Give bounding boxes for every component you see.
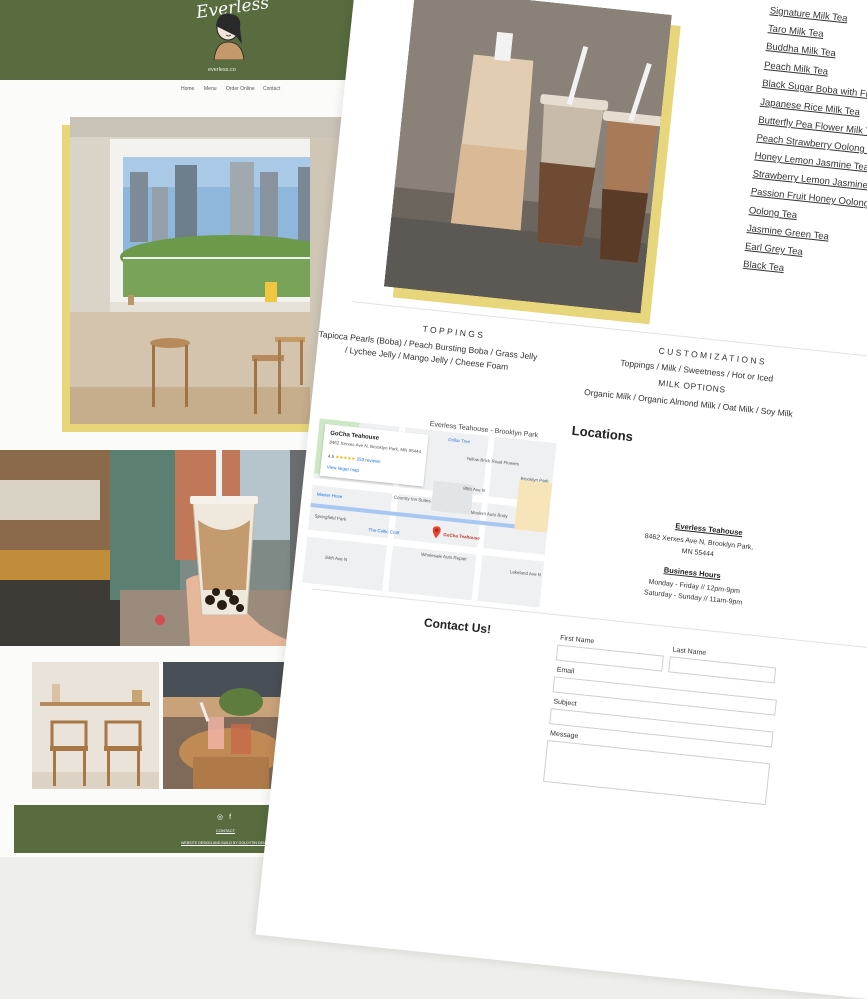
- menu-item[interactable]: Taro Milk Tea: [767, 23, 824, 40]
- map-reviews-link[interactable]: 253 reviews: [356, 457, 380, 464]
- facebook-icon[interactable]: f: [229, 814, 231, 821]
- milk-options-title: MILK OPTIONS: [657, 377, 727, 395]
- map-rating: 4.5 ★★★★★ 253 reviews: [328, 453, 381, 465]
- menu-item[interactable]: Earl Grey Tea: [745, 241, 804, 258]
- map-place-card: GoCha Teahouse 8462 Xerxes Ave N, Brookl…: [319, 424, 429, 487]
- message-textarea[interactable]: [543, 739, 771, 806]
- menu-item[interactable]: Buddha Milk Tea: [766, 41, 837, 59]
- toppings-text: Tapioca Pearls (Boba) / Peach Bursting B…: [318, 328, 538, 372]
- social-icons: ◎ f: [217, 813, 231, 821]
- menu-item[interactable]: Japanese Rice Milk Tea: [760, 97, 861, 118]
- menu-item[interactable]: Jasmine Green Tea: [746, 223, 829, 243]
- drinks-photo: [383, 0, 672, 314]
- site-domain: everless.co: [208, 67, 236, 73]
- menu-item[interactable]: Peach Milk Tea: [764, 60, 829, 78]
- map-place-address: 8462 Xerxes Ave N, Brooklyn Park, MN 554…: [329, 439, 422, 455]
- last-name-input[interactable]: [668, 656, 777, 684]
- first-name-label: First Name: [559, 634, 595, 646]
- nav-home[interactable]: Home: [181, 86, 194, 92]
- nav-order-online[interactable]: Order Online: [226, 86, 255, 92]
- drinks-table-photo: [163, 662, 290, 789]
- milk-options-text: Organic Milk / Organic Almond Milk / Oat…: [583, 386, 794, 419]
- view-larger-map-link[interactable]: View larger map: [326, 464, 359, 472]
- nav-contact[interactable]: Contact: [263, 86, 280, 92]
- footer-contact-link[interactable]: CONTACT: [216, 828, 235, 833]
- map-rating-value: 4.5: [327, 453, 335, 460]
- contact-title: Contact Us!: [423, 615, 492, 637]
- business-hours-title: Business Hours: [663, 565, 722, 581]
- subject-label: Subject: [553, 698, 578, 708]
- subject-input[interactable]: [549, 708, 774, 748]
- menu-item[interactable]: Signature Milk Tea: [769, 5, 848, 24]
- instagram-icon[interactable]: ◎: [217, 814, 223, 821]
- logo-illustration-icon[interactable]: [198, 6, 260, 60]
- nav-menu[interactable]: Menu: [204, 86, 217, 92]
- message-label: Message: [549, 730, 579, 741]
- email-input[interactable]: [552, 676, 777, 716]
- website-page-menu: S Signature Milk Tea Taro Milk Tea Buddh…: [255, 0, 867, 999]
- menu-item[interactable]: Oolong Tea: [748, 205, 797, 221]
- last-name-label: Last Name: [672, 646, 707, 658]
- map-pin-icon[interactable]: [432, 526, 441, 539]
- menu-item[interactable]: Black Tea: [743, 259, 785, 274]
- footer-credit-link[interactable]: WEBSITE DESIGN AND BUILD BY GOLDYTIN DEN…: [181, 841, 268, 845]
- toppings-title: TOPPINGS: [422, 323, 486, 341]
- rating-stars-icon: ★★★★★: [335, 454, 356, 462]
- google-map-embed[interactable]: GoCha Teahouse 8462 Xerxes Ave N, Brookl…: [302, 418, 557, 608]
- bar-stools-photo: [32, 662, 159, 789]
- locations-title: Locations: [571, 422, 634, 445]
- email-label: Email: [556, 666, 575, 676]
